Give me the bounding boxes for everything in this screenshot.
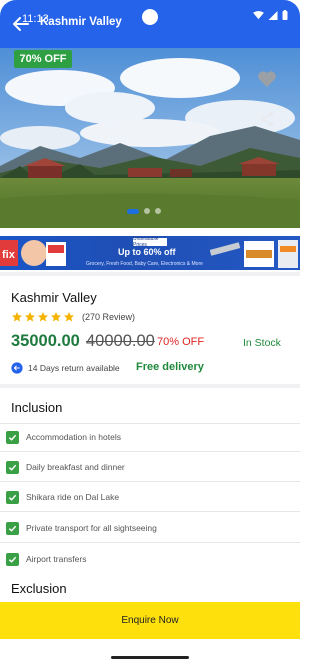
exclusion-title: Exclusion — [11, 581, 67, 596]
banner-products-left-image: fix — [0, 240, 66, 266]
heart-icon — [258, 71, 276, 88]
banner-products-right-image — [210, 240, 298, 268]
inclusion-item-label: Private transport for all sightseeing — [26, 523, 157, 533]
battery-icon — [282, 10, 288, 20]
check-icon — [6, 521, 19, 535]
signal-icon — [268, 10, 278, 20]
inclusion-item: Daily breakfast and dinner — [6, 459, 125, 475]
banner-subline: Grocery, Fresh Food, Baby Care, Electron… — [86, 261, 203, 267]
current-price: 35000.00 — [11, 332, 80, 350]
inclusion-item-label: Daily breakfast and dinner — [26, 462, 125, 472]
banner-headline: Up to 60% off — [118, 247, 176, 257]
inclusion-item: Shikara ride on Dal Lake — [6, 489, 119, 505]
star-icon — [38, 312, 48, 322]
rating-stars — [11, 311, 75, 323]
return-icon — [11, 362, 23, 374]
discount-percent: 70% OFF — [157, 336, 205, 348]
wifi-icon — [253, 10, 264, 19]
product-title: Kashmir Valley — [11, 290, 97, 305]
check-icon — [6, 460, 19, 474]
star-icon — [12, 312, 22, 322]
back-button[interactable] — [10, 14, 32, 34]
carousel-dot-active[interactable] — [127, 208, 139, 214]
list-divider — [0, 542, 300, 543]
list-divider — [0, 511, 300, 512]
enquire-now-button[interactable]: Enquire Now — [0, 602, 300, 639]
list-divider — [0, 481, 300, 482]
inclusion-item: Accommodation in hotels — [6, 429, 121, 445]
home-indicator[interactable] — [111, 656, 189, 659]
check-icon — [6, 552, 19, 566]
review-count[interactable]: (270 Review) — [82, 312, 135, 322]
inclusion-item: Private transport for all sightseeing — [6, 520, 157, 536]
promo-banner[interactable]: fix Unbeatable Prices Up to 60% off Groc… — [0, 236, 300, 270]
section-divider — [0, 384, 300, 388]
app-screen: 11:13 Kashmir Valley 70% OFF fix Unbeata… — [0, 0, 300, 667]
arrow-left-icon — [13, 17, 29, 31]
section-divider — [0, 272, 300, 276]
list-divider — [0, 451, 300, 452]
discount-badge: 70% OFF — [14, 50, 72, 68]
inclusion-item: Airport transfers — [6, 551, 86, 567]
header-title: Kashmir Valley — [40, 16, 122, 28]
inclusion-item-label: Accommodation in hotels — [26, 432, 121, 442]
wishlist-button[interactable] — [257, 70, 279, 92]
hero-landscape-image — [0, 48, 300, 228]
check-icon — [6, 490, 19, 504]
star-icon — [25, 312, 35, 322]
star-icon — [64, 312, 74, 322]
delivery-info: Free delivery — [136, 361, 204, 373]
share-icon — [260, 111, 274, 127]
app-header: 11:13 Kashmir Valley — [0, 0, 300, 48]
carousel-dot[interactable] — [155, 208, 161, 214]
star-icon — [51, 312, 61, 322]
section-line — [0, 423, 300, 424]
carousel-indicator — [127, 208, 161, 214]
return-policy: 14 Days return available — [28, 363, 120, 373]
share-button[interactable] — [259, 111, 277, 129]
svg-text:fix: fix — [2, 249, 16, 261]
stock-status: In Stock — [243, 337, 281, 349]
banner-tag: Unbeatable Prices — [133, 236, 167, 248]
camera-cutout — [142, 9, 158, 25]
inclusion-item-label: Shikara ride on Dal Lake — [26, 492, 120, 502]
original-price: 40000.00 — [86, 332, 155, 350]
inclusion-title: Inclusion — [11, 400, 63, 415]
inclusion-item-label: Airport transfers — [26, 554, 87, 564]
check-icon — [6, 430, 19, 444]
status-icons — [253, 10, 288, 20]
carousel-dot[interactable] — [144, 208, 150, 214]
product-image-carousel[interactable]: 70% OFF — [0, 48, 300, 228]
